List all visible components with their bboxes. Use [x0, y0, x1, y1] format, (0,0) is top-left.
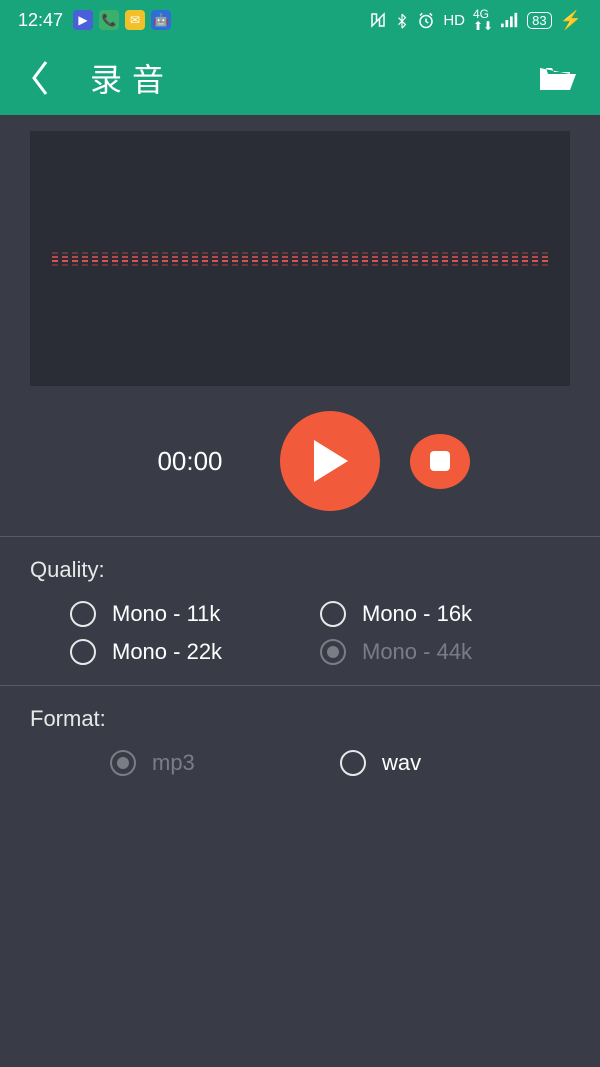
nfc-icon [369, 11, 387, 29]
alarm-icon [417, 11, 435, 29]
wave-line [52, 264, 549, 266]
option-label: wav [382, 750, 421, 776]
signal-icon [501, 12, 519, 28]
mail-icon: ✉ [125, 10, 145, 30]
play-button[interactable] [280, 411, 380, 511]
quality-section: Quality: Mono - 11k Mono - 16k Mono - 22… [0, 537, 600, 685]
format-label: Format: [30, 706, 570, 732]
bluetooth-icon [395, 11, 409, 29]
option-label: Mono - 16k [362, 601, 472, 627]
format-options: mp3 wav [30, 750, 570, 776]
app-icon-2: 🤖 [151, 10, 171, 30]
play-icon [310, 438, 350, 484]
format-option-wav[interactable]: wav [340, 750, 570, 776]
quality-options: Mono - 11k Mono - 16k Mono - 22k Mono - … [30, 601, 570, 665]
radio-icon [340, 750, 366, 776]
charging-icon: ⚡ [560, 10, 582, 31]
status-app-icons: ▶ 📞 ✉ 🤖 [73, 10, 171, 30]
hd-label: HD [443, 12, 465, 29]
radio-icon [70, 639, 96, 665]
format-option-mp3[interactable]: mp3 [110, 750, 340, 776]
app-icon-1: ▶ [73, 10, 93, 30]
quality-option-44k[interactable]: Mono - 44k [320, 639, 570, 665]
phone-icon: 📞 [99, 10, 119, 30]
stop-icon [428, 449, 452, 473]
folder-button[interactable] [536, 56, 580, 100]
option-label: Mono - 11k [112, 601, 220, 627]
stop-button[interactable] [410, 434, 470, 489]
wave-line [52, 252, 549, 254]
chevron-left-icon [26, 58, 54, 98]
waveform-lines [52, 252, 549, 266]
option-label: Mono - 22k [112, 639, 222, 665]
back-button[interactable] [20, 58, 60, 98]
quality-option-16k[interactable]: Mono - 16k [320, 601, 570, 627]
wave-line [52, 260, 549, 262]
status-right: HD 4G ⬆⬇ 83 ⚡ [369, 8, 582, 32]
quality-option-11k[interactable]: Mono - 11k [70, 601, 320, 627]
quality-label: Quality: [30, 557, 570, 583]
time-display: 00:00 [130, 446, 250, 477]
waveform-display [30, 131, 570, 386]
option-label: mp3 [152, 750, 195, 776]
folder-open-icon [538, 62, 578, 94]
page-title: 录音 [90, 55, 536, 101]
status-bar: 12:47 ▶ 📞 ✉ 🤖 HD 4G ⬆⬇ 83 ⚡ [0, 0, 600, 40]
format-section: Format: mp3 wav [0, 686, 600, 796]
radio-icon [320, 639, 346, 665]
status-left: 12:47 ▶ 📞 ✉ 🤖 [18, 10, 171, 31]
quality-option-22k[interactable]: Mono - 22k [70, 639, 320, 665]
battery-indicator: 83 [527, 12, 551, 29]
radio-icon [70, 601, 96, 627]
option-label: Mono - 44k [362, 639, 472, 665]
radio-icon [110, 750, 136, 776]
radio-icon [320, 601, 346, 627]
status-time: 12:47 [18, 10, 63, 31]
wave-line [52, 256, 549, 258]
network-label: 4G ⬆⬇ [473, 8, 493, 32]
app-bar: 录音 [0, 40, 600, 115]
playback-controls: 00:00 [0, 411, 600, 511]
